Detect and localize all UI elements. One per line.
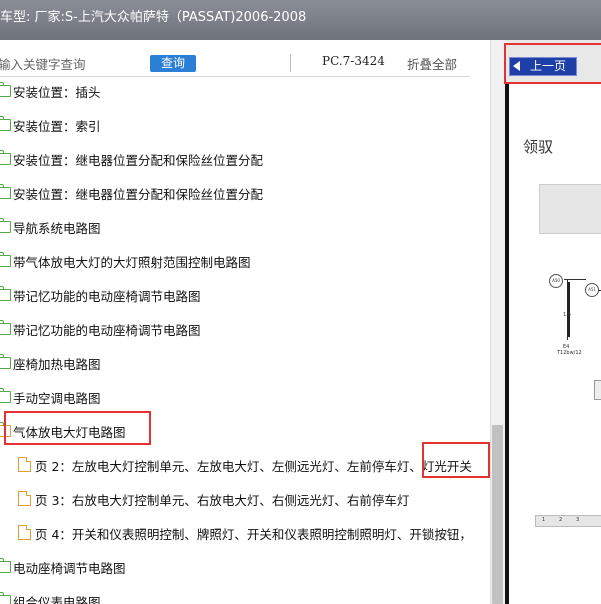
diagram-viewer: 上一页 领驭 A50 A51 1.5 E4 T12bw/12 1 2 3 <box>504 40 601 604</box>
tree-item-label: 安装位置：继电器位置分配和保险丝位置分配 <box>13 187 264 202</box>
component-sublabel: T12bw/12 <box>557 350 582 356</box>
tree-item-label: 安装位置：继电器位置分配和保险丝位置分配 <box>13 153 264 168</box>
tree-item-label: 座椅加热电路图 <box>13 357 101 372</box>
page-icon <box>18 457 31 472</box>
folder-icon <box>0 388 11 403</box>
folder-icon <box>0 354 11 369</box>
folder-icon <box>0 252 11 267</box>
page-icon <box>18 525 31 540</box>
folder-icon <box>0 558 11 573</box>
tree-item-label: 带记忆功能的电动座椅调节电路图 <box>13 323 201 338</box>
tree-item-label: 页 2：左放电大灯控制单元、左放电大灯、左侧远光灯、左前停车灯、灯光开关 <box>35 459 472 474</box>
connector-node: A50 <box>549 274 563 288</box>
tree-pane: 查询 PC.7-3424 折叠全部 安装位置：插头 安装位置：索引 安装位置：继… <box>0 40 506 604</box>
folder-icon <box>0 116 11 131</box>
circuit-wire <box>567 282 570 337</box>
folder-icon <box>0 286 11 301</box>
connector-node: A51 <box>585 283 599 297</box>
tree-item-label: 电动座椅调节电路图 <box>13 561 126 576</box>
page-code: PC.7-3424 <box>322 54 385 68</box>
folder-icon <box>0 150 11 165</box>
toolbar-divider <box>290 54 291 72</box>
search-input[interactable] <box>0 54 138 74</box>
tree-view: 安装位置：插头 安装位置：索引 安装位置：继电器位置分配和保险丝位置分配 安装位… <box>0 80 490 604</box>
viewer-toolbar: 上一页 <box>504 40 601 84</box>
collapse-all-button[interactable]: 折叠全部 <box>407 54 457 73</box>
tree-item-label: 页 4：开关和仪表照明控制、牌照灯、开关和仪表照明控制照明灯、开锁按钮， <box>35 527 472 542</box>
highlight-box <box>4 411 151 445</box>
highlight-box <box>422 442 490 478</box>
tree-item-label: 组合仪表电路图 <box>13 595 101 604</box>
viewer-left-border <box>505 84 509 604</box>
toolbar-divider-line <box>0 76 470 77</box>
relay-symbol <box>594 380 601 400</box>
scrollbar-thumb[interactable] <box>492 425 503 604</box>
folder-icon <box>0 184 11 199</box>
ruler-tick: 2 <box>559 517 563 523</box>
diagram-header-block <box>539 184 601 234</box>
window-title: 车型: 厂家:S-上汽大众帕萨特（PASSAT)2006-2008 <box>0 10 307 25</box>
folder-icon <box>0 218 11 233</box>
ruler-tick: 3 <box>576 517 580 523</box>
tree-item-label: 手动空调电路图 <box>13 391 101 406</box>
query-button[interactable]: 查询 <box>150 55 196 72</box>
folder-icon <box>0 592 11 604</box>
tree-item-label: 安装位置：索引 <box>13 119 101 134</box>
diagram-ruler: 1 2 3 <box>535 515 601 527</box>
tree-item-label: 带记忆功能的电动座椅调节电路图 <box>13 289 201 304</box>
window-titlebar: 车型: 厂家:S-上汽大众帕萨特（PASSAT)2006-2008 <box>0 0 601 40</box>
search-toolbar: 查询 PC.7-3424 折叠全部 <box>0 40 490 82</box>
tree-item-label: 安装位置：插头 <box>13 85 101 100</box>
page-icon <box>18 491 31 506</box>
ruler-tick: 1 <box>542 517 546 523</box>
wire-label: 1.5 <box>563 312 571 318</box>
tree-item-label: 带气体放电大灯的大灯照射范围控制电路图 <box>13 255 251 270</box>
folder-icon <box>0 82 11 97</box>
tree-item-label: 导航系统电路图 <box>13 221 101 236</box>
folder-icon <box>0 320 11 335</box>
doc-title: 领驭 <box>523 138 554 156</box>
tree-item-label: 页 3：右放电大灯控制单元、右放电大灯、右侧远光灯、右前停车灯 <box>35 493 410 508</box>
highlight-box <box>504 43 601 84</box>
